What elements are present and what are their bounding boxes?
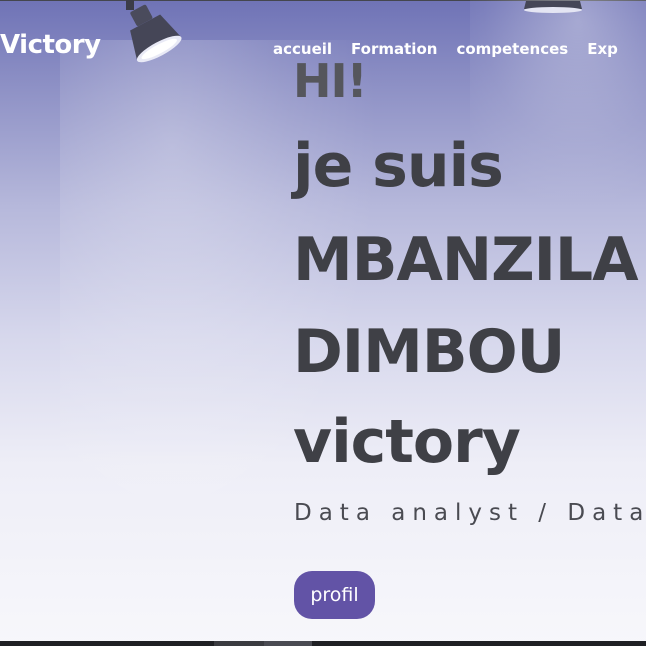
brand-logo[interactable]: Victory: [0, 30, 101, 60]
hero-line-middle-name: DIMBOU: [293, 317, 565, 387]
hero-subtitle: Data analyst / Data i: [294, 500, 646, 526]
bottom-scrollbar-thumb[interactable]: [264, 641, 312, 646]
page: Victory accueil Formation competences Ex…: [0, 0, 646, 646]
hero-greeting: HI!: [293, 54, 368, 108]
nav-competences[interactable]: competences: [456, 40, 568, 58]
hero-line-surname: MBANZILA: [293, 225, 639, 295]
profil-button[interactable]: profil: [294, 571, 375, 619]
spotlight-lamp-icon: [118, 0, 198, 70]
bottom-scrollbar-track[interactable]: [0, 641, 646, 646]
hero-line-firstname: victory: [293, 407, 521, 477]
spotlight-glow-left: [60, 40, 380, 560]
spotlight-lamp-icon: [520, 0, 586, 19]
nav-experience[interactable]: Exp: [587, 40, 618, 58]
hero-line-intro: je suis: [293, 131, 504, 201]
bottom-scrollbar-segment: [214, 641, 264, 646]
